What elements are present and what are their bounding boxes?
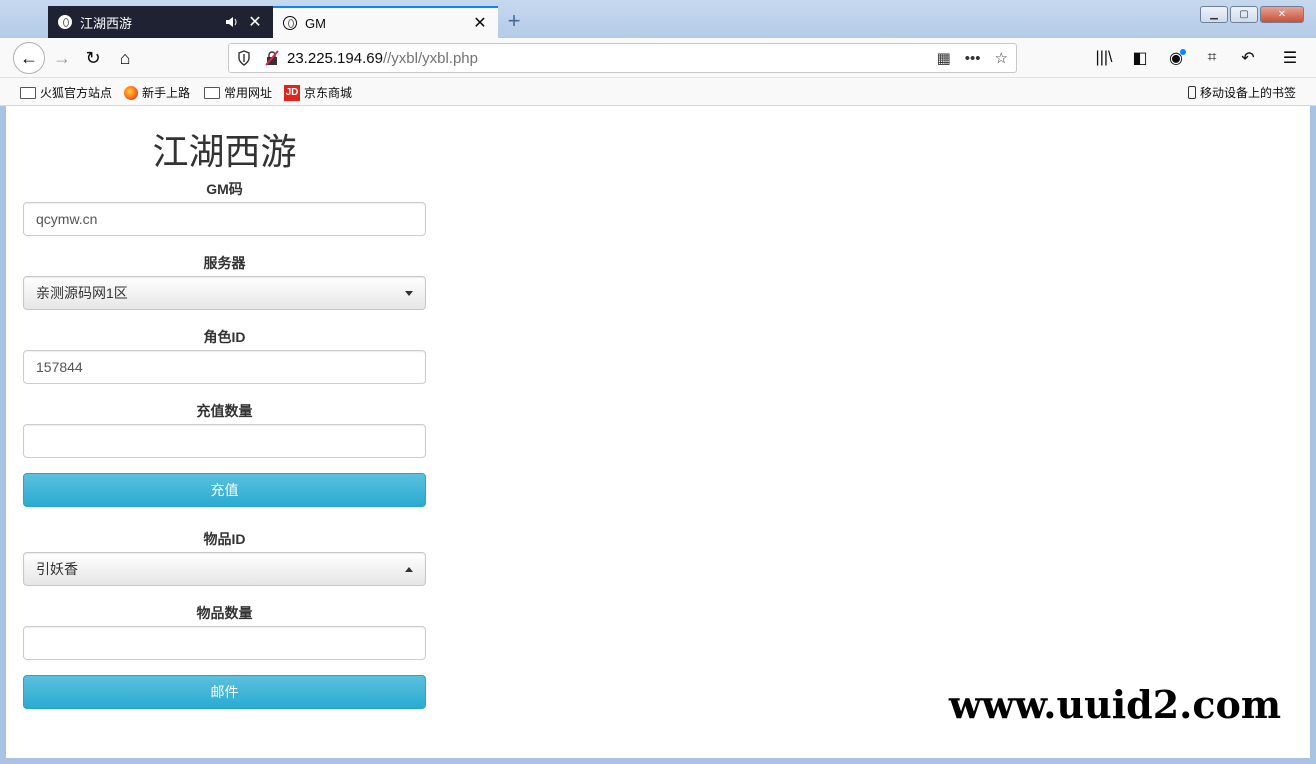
minimize-icon[interactable]: ▁ [1200, 6, 1228, 23]
gm-code-input[interactable]: qcymw.cn [23, 202, 426, 236]
back-icon[interactable]: ← [13, 42, 45, 74]
bookmark-label: 京东商城 [304, 86, 353, 100]
insecure-lock-icon[interactable] [265, 50, 279, 66]
role-id-label: 角色ID [203, 329, 246, 345]
qrcode-icon[interactable]: ▦ [937, 49, 951, 67]
tab-jianghu[interactable]: 江湖西游 ✕ [48, 6, 273, 38]
bookmark-label: 火狐官方站点 [40, 86, 113, 100]
url-host: 23.225.194.69 [287, 49, 383, 67]
bookmark-item[interactable]: 常用网址 [204, 84, 272, 101]
jd-icon: JD [284, 84, 300, 101]
item-id-value: 引妖香 [36, 561, 78, 577]
bookmark-label: 新手上路 [142, 86, 191, 100]
close-icon[interactable]: ✕ [245, 12, 265, 32]
bookmarks-bar: 火狐官方站点 新手上路 常用网址 JD 京东商城 移动设备上的书签 [0, 78, 1316, 106]
url-path: //yxbl/yxbl.php [382, 49, 478, 67]
window-bottom-border [0, 758, 1316, 764]
recharge-amount-label: 充值数量 [196, 403, 253, 419]
mobile-bookmarks-label: 移动设备上的书签 [1199, 86, 1296, 100]
tab-gm[interactable]: GM ✕ [273, 6, 498, 38]
tab-title: GM [305, 15, 326, 31]
new-tab-icon[interactable]: + [504, 8, 524, 34]
item-quantity-label: 物品数量 [196, 605, 253, 621]
recharge-amount-input[interactable] [23, 424, 426, 458]
page-actions-icon[interactable]: ••• [965, 50, 981, 67]
chevron-up-icon [405, 566, 413, 572]
close-icon[interactable]: ✕ [470, 13, 490, 33]
tab-title: 江湖西游 [80, 15, 133, 31]
bookmark-label: 常用网址 [224, 86, 273, 100]
menu-icon[interactable]: ☰ [1278, 43, 1302, 73]
item-id-label: 物品ID [203, 531, 246, 547]
speaker-icon[interactable] [225, 16, 239, 28]
window-controls: ▁ ▢ ✕ [1200, 6, 1304, 23]
firefox-icon [124, 85, 138, 100]
reload-icon[interactable]: ↻ [78, 43, 108, 73]
server-select[interactable]: 亲测源码网1区 [23, 276, 426, 310]
gm-code-value: qcymw.cn [36, 211, 98, 227]
bookmark-item[interactable]: 火狐官方站点 [20, 84, 112, 101]
server-value: 亲测源码网1区 [36, 285, 128, 301]
library-icon[interactable]: |||\ [1092, 43, 1116, 73]
page-title: 江湖西游 [152, 132, 297, 173]
home-icon[interactable]: ⌂ [110, 43, 140, 73]
folder-icon [204, 86, 220, 99]
star-icon[interactable]: ☆ [995, 49, 1008, 67]
shield-icon[interactable] [237, 50, 251, 66]
bookmark-item[interactable]: JD 京东商城 [284, 84, 352, 101]
phone-icon [1187, 86, 1196, 99]
role-id-value: 157844 [36, 359, 83, 375]
item-quantity-input[interactable] [23, 626, 426, 660]
chevron-down-icon [405, 290, 413, 296]
bookmark-item[interactable]: 新手上路 [124, 84, 190, 101]
watermark: www.uuid2.com [920, 650, 1310, 758]
screenshot-icon[interactable]: ⌗ [1200, 43, 1224, 73]
forward-icon[interactable]: → [47, 43, 77, 73]
mail-button[interactable]: 邮件 [23, 675, 426, 709]
window-close-icon[interactable]: ✕ [1260, 6, 1304, 23]
folder-icon [20, 86, 36, 99]
tab-favicon [58, 15, 72, 29]
undo-icon[interactable]: ↶ [1236, 43, 1260, 73]
gm-code-label: GM码 [206, 181, 243, 197]
sidebar-icon[interactable]: ◧ [1128, 43, 1152, 73]
role-id-input[interactable]: 157844 [23, 350, 426, 384]
server-label: 服务器 [203, 255, 246, 271]
url-bar[interactable]: 23.225.194.69//yxbl/yxbl.php ▦ ••• ☆ [228, 43, 1017, 73]
mobile-bookmarks[interactable]: 移动设备上的书签 [1187, 84, 1296, 101]
title-bar: 江湖西游 ✕ GM ✕ + ▁ ▢ ✕ [0, 0, 1316, 38]
tab-favicon [283, 16, 297, 30]
nav-bar: ← → ↻ ⌂ 23.225.194.69//yxbl/yxbl.php ▦ •… [0, 38, 1316, 78]
maximize-icon[interactable]: ▢ [1230, 6, 1258, 23]
recharge-button[interactable]: 充值 [23, 473, 426, 507]
item-id-select[interactable]: 引妖香 [23, 552, 426, 586]
toolbar-icons: |||\ ◧ ◉ ⌗ ↶ ☰ [1092, 43, 1302, 73]
account-icon[interactable]: ◉ [1164, 43, 1188, 73]
